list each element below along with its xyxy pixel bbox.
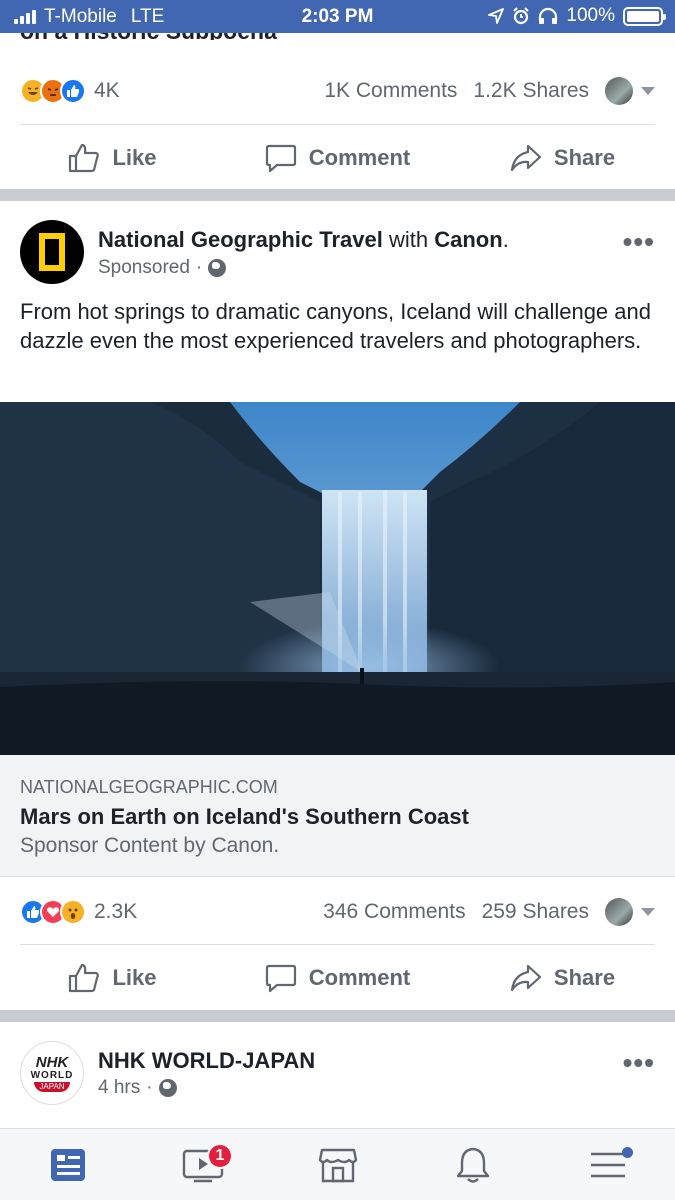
- shares-count[interactable]: 1.2K Shares: [473, 79, 589, 103]
- comment-label: Comment: [308, 145, 411, 170]
- link-domain: NATIONALGEOGRAPHIC.COM: [20, 777, 278, 797]
- comment-icon: [265, 144, 296, 173]
- tab-marketplace[interactable]: [270, 1129, 405, 1200]
- tab-bar: 1: [0, 1128, 675, 1200]
- thumbs-up-icon: [69, 143, 100, 173]
- share-label: Share: [553, 145, 616, 170]
- comment-button[interactable]: Comment: [225, 963, 450, 993]
- location-icon: [488, 8, 505, 24]
- reaction-count: 2.3K: [94, 900, 138, 923]
- like-button[interactable]: Like: [0, 143, 225, 173]
- nhk-logo-text: NHK: [35, 1053, 69, 1071]
- dot-separator: ·: [195, 257, 203, 278]
- comment-label: Comment: [308, 965, 411, 990]
- more-options-button[interactable]: •••: [623, 226, 655, 258]
- like-button[interactable]: Like: [0, 963, 225, 993]
- battery-percent: 100%: [566, 5, 615, 26]
- post-separator: [0, 1010, 675, 1022]
- link-preview[interactable]: NATIONALGEOGRAPHIC.COM Mars on Earth on …: [0, 755, 675, 877]
- post-photo[interactable]: [0, 402, 675, 755]
- thumbs-up-icon: [69, 963, 100, 993]
- reactions-summary[interactable]: 2.3K: [20, 899, 137, 925]
- wow-reaction-icon: [60, 899, 86, 925]
- avatar[interactable]: [605, 77, 633, 105]
- globe-icon: [158, 1079, 177, 1097]
- share-button[interactable]: Share: [450, 963, 675, 993]
- post-text: From hot springs to dramatic canyons, Ic…: [20, 299, 651, 353]
- comments-count[interactable]: 346 Comments: [323, 900, 465, 924]
- globe-icon: [208, 259, 227, 277]
- alarm-icon: [513, 7, 530, 25]
- dot-separator: ·: [146, 1077, 153, 1098]
- share-button[interactable]: Share: [450, 143, 675, 173]
- sponsored-label[interactable]: Sponsored: [98, 257, 190, 279]
- natgeo-logo-icon: [39, 233, 65, 271]
- waterfall-image: [0, 402, 675, 755]
- post-meta: Sponsored ·: [98, 257, 227, 279]
- post-author: National Geographic Travel with Canon.: [98, 227, 509, 253]
- share-icon: [510, 144, 542, 172]
- divider: [20, 944, 655, 945]
- like-reaction-icon: [60, 78, 86, 104]
- chevron-down-icon[interactable]: [641, 87, 655, 95]
- nhk-logo-world: WORLD: [30, 1069, 74, 1081]
- notification-badge: 1: [207, 1143, 233, 1169]
- shares-count[interactable]: 259 Shares: [482, 900, 589, 924]
- tab-news-feed[interactable]: [0, 1129, 135, 1200]
- period: .: [502, 227, 509, 252]
- headphones-icon: [539, 7, 558, 24]
- marketplace-icon: [318, 1148, 357, 1182]
- post-author: NHK WORLD-JAPAN: [98, 1048, 315, 1074]
- natgeo-avatar[interactable]: [20, 220, 84, 284]
- nhk-logo-japan: JAPAN: [34, 1081, 70, 1092]
- post-separator: [0, 189, 675, 201]
- menu-indicator-dot: [622, 1147, 633, 1158]
- link-description: Sponsor Content by Canon.: [20, 834, 280, 857]
- link-title: Mars on Earth on Iceland's Southern Coas…: [20, 804, 469, 829]
- status-bar: T-Mobile LTE 2:03 PM 100%: [0, 0, 675, 33]
- share-label: Share: [553, 965, 616, 990]
- reaction-count: 4K: [94, 79, 120, 102]
- sponsored-post-actions: Like Comment Share: [0, 946, 675, 1010]
- previous-post-actions: Like Comment Share: [0, 126, 675, 190]
- with-text: with: [389, 227, 429, 252]
- comment-icon: [265, 964, 296, 993]
- news-feed-icon: [50, 1148, 85, 1181]
- comment-button[interactable]: Comment: [225, 143, 450, 173]
- comments-count[interactable]: 1K Comments: [324, 79, 457, 103]
- avatar[interactable]: [605, 898, 633, 926]
- post-time[interactable]: 4 hrs: [98, 1077, 140, 1099]
- tab-notifications[interactable]: [405, 1129, 540, 1200]
- nhk-avatar[interactable]: NHK WORLD JAPAN: [20, 1041, 84, 1105]
- divider: [20, 124, 655, 125]
- post-meta: 4 hrs ·: [98, 1077, 177, 1099]
- notifications-icon: [456, 1147, 489, 1183]
- more-options-button[interactable]: •••: [623, 1047, 655, 1079]
- like-label: Like: [112, 145, 157, 170]
- partner-name[interactable]: Canon: [434, 227, 502, 252]
- share-icon: [510, 964, 542, 992]
- sponsored-post-stats: 2.3K 346 Comments 259 Shares: [20, 879, 655, 945]
- like-label: Like: [112, 965, 157, 990]
- chevron-down-icon[interactable]: [641, 908, 655, 916]
- battery-icon: [623, 6, 666, 26]
- tab-watch[interactable]: 1: [135, 1129, 270, 1200]
- tab-menu[interactable]: [540, 1129, 675, 1200]
- previous-post-stats: 4K 1K Comments 1.2K Shares: [20, 58, 655, 124]
- page-name[interactable]: NHK WORLD-JAPAN: [98, 1048, 315, 1073]
- menu-icon: [590, 1152, 625, 1177]
- page-name[interactable]: National Geographic Travel: [98, 227, 383, 252]
- reactions-summary[interactable]: 4K: [20, 78, 120, 104]
